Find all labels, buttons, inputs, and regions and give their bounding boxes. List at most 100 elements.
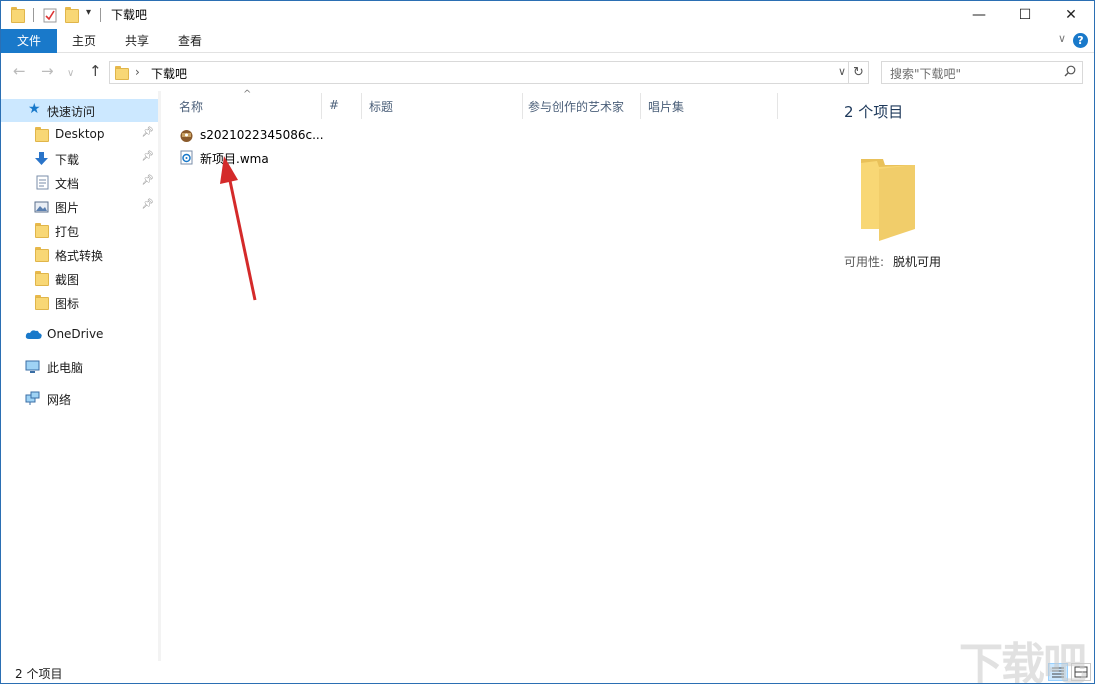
- file-name: 新项目.wma: [200, 152, 269, 166]
- sidebar-item-label: Desktop: [55, 127, 105, 141]
- network-icon: [25, 391, 40, 405]
- maximize-button[interactable]: ☐: [1002, 1, 1048, 29]
- details-pane: 2 个项目 可用性: 脱机可用: [821, 91, 1094, 661]
- title-bar: ▾ 下载吧 — ☐ ✕: [1, 1, 1094, 29]
- search-icon[interactable]: [1064, 65, 1076, 77]
- forward-arrow-icon[interactable]: →: [41, 63, 54, 79]
- chevron-down-icon[interactable]: ∨: [838, 65, 846, 78]
- tab-file[interactable]: 文件: [1, 29, 57, 53]
- availability-value: 脱机可用: [893, 255, 942, 269]
- tab-home[interactable]: 主页: [59, 29, 109, 53]
- audio-file-icon: [180, 150, 193, 165]
- column-header-artist[interactable]: 参与创作的艺术家: [523, 91, 641, 119]
- sidebar-item-label: 打包: [55, 225, 80, 239]
- download-icon: [35, 152, 48, 165]
- chevron-right-icon[interactable]: ›: [135, 65, 140, 79]
- chevron-down-icon[interactable]: ∨: [1058, 32, 1066, 45]
- customize-quick-access-icon[interactable]: ▾: [86, 7, 91, 18]
- folder-icon: [35, 295, 49, 310]
- sidebar-item-pictures[interactable]: 图片 📌︎: [1, 195, 158, 218]
- star-icon: ★: [28, 101, 41, 117]
- item-count: 2 个项目: [844, 103, 904, 121]
- column-divider[interactable]: [321, 93, 322, 119]
- help-icon[interactable]: ?: [1073, 33, 1088, 48]
- availability-label: 可用性:: [844, 255, 885, 269]
- column-label: 名称: [179, 100, 204, 114]
- window-title: 下载吧: [111, 8, 148, 22]
- column-header-album[interactable]: 唱片集: [641, 91, 777, 119]
- sidebar-item-icons[interactable]: 图标: [1, 291, 158, 314]
- navigation-bar: ← → ∨ ↑ › 下载吧 ∨ ↻ 搜索"下载吧": [1, 53, 1094, 91]
- sidebar-item-dabao[interactable]: 打包: [1, 219, 158, 242]
- column-label: 标题: [369, 100, 394, 114]
- ribbon-tabs: 文件 主页 共享 查看 ∨ ?: [1, 29, 1094, 53]
- sort-ascending-icon: ^: [243, 89, 252, 100]
- sidebar-scrollbar[interactable]: [158, 91, 161, 661]
- file-name: s2021022345086c...: [200, 128, 324, 142]
- explorer-window: ▾ 下载吧 — ☐ ✕ 文件 主页 共享 查看 ∨ ? ← → ∨ ↑ › 下载…: [0, 0, 1095, 684]
- sidebar-item-label: 网络: [47, 393, 72, 407]
- pin-icon: 📌︎: [141, 175, 154, 186]
- sidebar-item-desktop[interactable]: Desktop 📌︎: [1, 123, 158, 146]
- tab-view[interactable]: 查看: [165, 29, 215, 53]
- sidebar-item-onedrive[interactable]: OneDrive: [1, 323, 158, 346]
- pin-icon: 📌︎: [141, 127, 154, 138]
- up-arrow-icon[interactable]: ↑: [89, 63, 102, 79]
- navigation-pane: ★ 快速访问 Desktop 📌︎ 下载 📌︎ 文档 📌︎ 图片 📌︎ 打包 格…: [1, 91, 161, 661]
- folder-icon: [35, 271, 49, 286]
- search-placeholder: 搜索"下载吧": [890, 67, 962, 81]
- file-row[interactable]: s2021022345086c...: [175, 125, 475, 147]
- folder-icon: [861, 159, 915, 241]
- sidebar-item-documents[interactable]: 文档 📌︎: [1, 171, 158, 194]
- status-count: 2 个项目: [15, 667, 63, 681]
- sidebar-item-screenshots[interactable]: 截图: [1, 267, 158, 290]
- sidebar-item-label: 图片: [55, 201, 80, 215]
- column-label: 唱片集: [648, 100, 685, 114]
- column-label: #: [329, 98, 340, 112]
- back-arrow-icon[interactable]: ←: [13, 63, 26, 79]
- minimize-button[interactable]: —: [956, 1, 1002, 29]
- pictures-icon: [34, 201, 49, 213]
- sidebar-item-label: 图标: [55, 297, 80, 311]
- tab-share[interactable]: 共享: [111, 29, 163, 53]
- column-header-number[interactable]: #: [323, 91, 363, 119]
- column-header-name[interactable]: ^ 名称: [163, 89, 323, 119]
- pin-icon: 📌︎: [141, 151, 154, 162]
- breadcrumb[interactable]: 下载吧: [151, 65, 187, 82]
- sidebar-item-label: 下载: [55, 153, 80, 167]
- computer-icon: [25, 360, 40, 373]
- address-bar[interactable]: › 下载吧 ∨ ↻: [109, 61, 869, 84]
- properties-icon[interactable]: [43, 7, 57, 23]
- divider: [33, 8, 34, 22]
- column-label: 参与创作的艺术家: [528, 100, 625, 114]
- sidebar-item-network[interactable]: 网络: [1, 387, 158, 410]
- sidebar-item-this-pc[interactable]: 此电脑: [1, 355, 158, 378]
- folder-icon: [115, 66, 129, 80]
- close-button[interactable]: ✕: [1048, 1, 1094, 29]
- sidebar-item-downloads[interactable]: 下载 📌︎: [1, 147, 158, 170]
- column-divider[interactable]: [777, 93, 778, 119]
- folder-icon: [35, 127, 49, 142]
- recent-locations-icon[interactable]: ∨: [67, 66, 74, 82]
- refresh-icon[interactable]: ↻: [848, 62, 868, 83]
- sidebar-item-label: 截图: [55, 273, 80, 287]
- cloud-icon: [25, 330, 42, 339]
- folder-icon: [11, 7, 25, 23]
- document-icon: [36, 175, 49, 190]
- folder-icon: [35, 223, 49, 238]
- sidebar-item-label: 格式转换: [55, 249, 104, 263]
- archive-icon: [180, 130, 193, 142]
- sidebar-item-quick-access[interactable]: ★ 快速访问: [1, 99, 158, 122]
- column-divider[interactable]: [361, 93, 362, 119]
- column-header-title[interactable]: 标题: [363, 91, 523, 119]
- new-folder-icon[interactable]: [65, 7, 79, 23]
- file-list: ^ 名称 # 标题 参与创作的艺术家 唱片集 s2021022345086c..…: [163, 89, 820, 661]
- watermark-logo: 下载吧: [959, 639, 1087, 684]
- pin-icon: 📌︎: [141, 199, 154, 210]
- sidebar-item-label: OneDrive: [47, 327, 104, 341]
- folder-icon: [35, 247, 49, 262]
- search-input[interactable]: 搜索"下载吧": [881, 61, 1083, 84]
- sidebar-item-format-convert[interactable]: 格式转换: [1, 243, 158, 266]
- file-row[interactable]: 新项目.wma: [175, 147, 475, 169]
- status-bar: 2 个项目: [1, 661, 1094, 683]
